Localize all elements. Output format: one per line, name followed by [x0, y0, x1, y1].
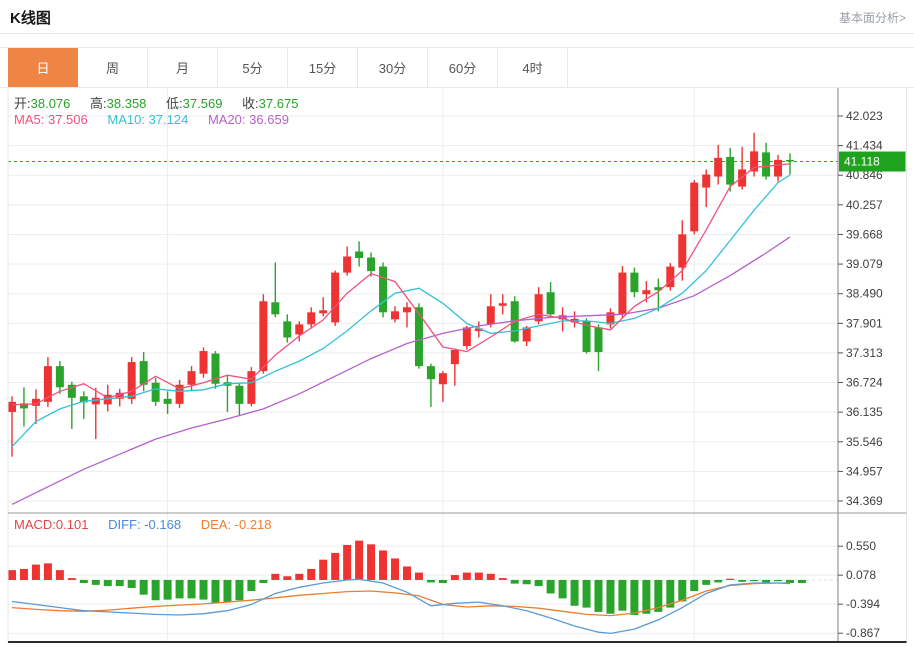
svg-text:37.313: 37.313: [846, 346, 883, 360]
svg-text:39.668: 39.668: [846, 227, 883, 241]
low-label: 低:: [166, 96, 183, 111]
dea-value: -0.218: [235, 517, 272, 532]
close-value: 37.675: [259, 96, 299, 111]
svg-text:38.490: 38.490: [846, 287, 883, 301]
macd-readout: MACD:0.101 DIFF: -0.168 DEA: -0.218: [14, 517, 288, 532]
current-price-tag: 41.118: [839, 152, 906, 172]
diff-value: -0.168: [144, 517, 181, 532]
ma5-value: 37.506: [48, 112, 88, 127]
high-label: 高:: [90, 96, 107, 111]
diff-label: DIFF:: [108, 517, 141, 532]
macd-label: MACD:: [14, 517, 56, 532]
ohlc-readout: 开:38.076 高:38.358 低:37.569 收:37.675: [14, 93, 314, 112]
ma20-value: 36.659: [249, 112, 289, 127]
high-value: 38.358: [107, 96, 147, 111]
svg-text:35.546: 35.546: [846, 435, 883, 449]
svg-text:37.901: 37.901: [846, 316, 883, 330]
svg-text:40.257: 40.257: [846, 198, 883, 212]
svg-text:42.023: 42.023: [846, 109, 883, 123]
open-value: 38.076: [31, 96, 71, 111]
svg-text:34.369: 34.369: [846, 494, 883, 508]
candlestick-layer: [8, 133, 794, 457]
ma10-label: MA10:: [107, 112, 145, 127]
ma5-label: MA5:: [14, 112, 44, 127]
open-label: 开:: [14, 96, 31, 111]
svg-text:0.078: 0.078: [846, 568, 876, 582]
svg-text:41.118: 41.118: [844, 155, 880, 169]
macd-value: 0.101: [56, 517, 89, 532]
kline-page: 42.02341.43440.84640.25739.66839.07938.4…: [0, 0, 914, 647]
ma10-value: 37.124: [149, 112, 189, 127]
svg-text:34.957: 34.957: [846, 464, 883, 478]
svg-text:36.724: 36.724: [846, 376, 883, 390]
svg-text:41.434: 41.434: [846, 139, 883, 153]
low-value: 37.569: [183, 96, 223, 111]
close-label: 收:: [242, 96, 259, 111]
svg-text:-0.867: -0.867: [846, 626, 880, 640]
ma20-label: MA20:: [208, 112, 246, 127]
svg-text:36.135: 36.135: [846, 405, 883, 419]
ma10-line: [12, 175, 790, 447]
dea-label: DEA:: [201, 517, 231, 532]
y-axis-labels: 42.02341.43440.84640.25739.66839.07938.4…: [838, 109, 883, 640]
ma-readout: MA5: 37.506 MA10: 37.124 MA20: 36.659: [14, 112, 305, 127]
svg-text:0.550: 0.550: [846, 539, 876, 553]
svg-text:39.079: 39.079: [846, 257, 883, 271]
svg-text:-0.394: -0.394: [846, 597, 880, 611]
